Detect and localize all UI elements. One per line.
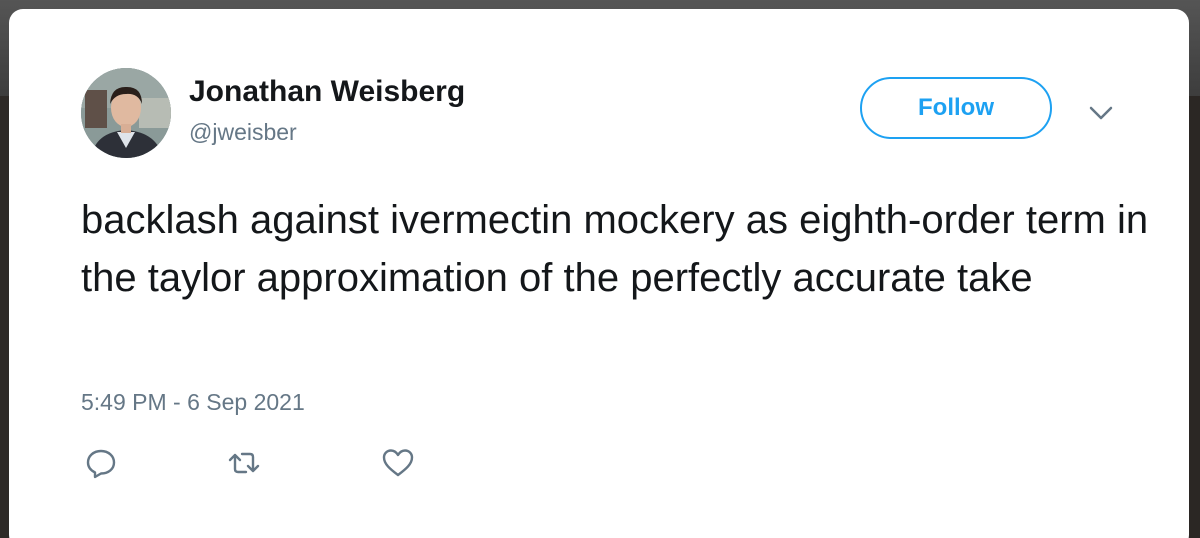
tweet-timestamp[interactable]: 5:49 PM - 6 Sep 2021 xyxy=(81,389,305,416)
follow-button[interactable]: Follow xyxy=(860,77,1052,139)
tweet-card: Jonathan Weisberg @jweisber Follow backl… xyxy=(9,9,1189,538)
author-name[interactable]: Jonathan Weisberg xyxy=(189,75,465,109)
avatar-photo xyxy=(81,68,171,158)
heart-icon[interactable] xyxy=(381,446,415,480)
tweet-text: backlash against ivermectin mockery as e… xyxy=(81,198,1149,300)
retweet-icon[interactable] xyxy=(227,446,261,480)
avatar[interactable] xyxy=(81,68,171,158)
chevron-down-icon[interactable] xyxy=(1087,99,1115,127)
author-handle[interactable]: @jweisber xyxy=(189,119,297,146)
reply-icon[interactable] xyxy=(84,446,118,480)
